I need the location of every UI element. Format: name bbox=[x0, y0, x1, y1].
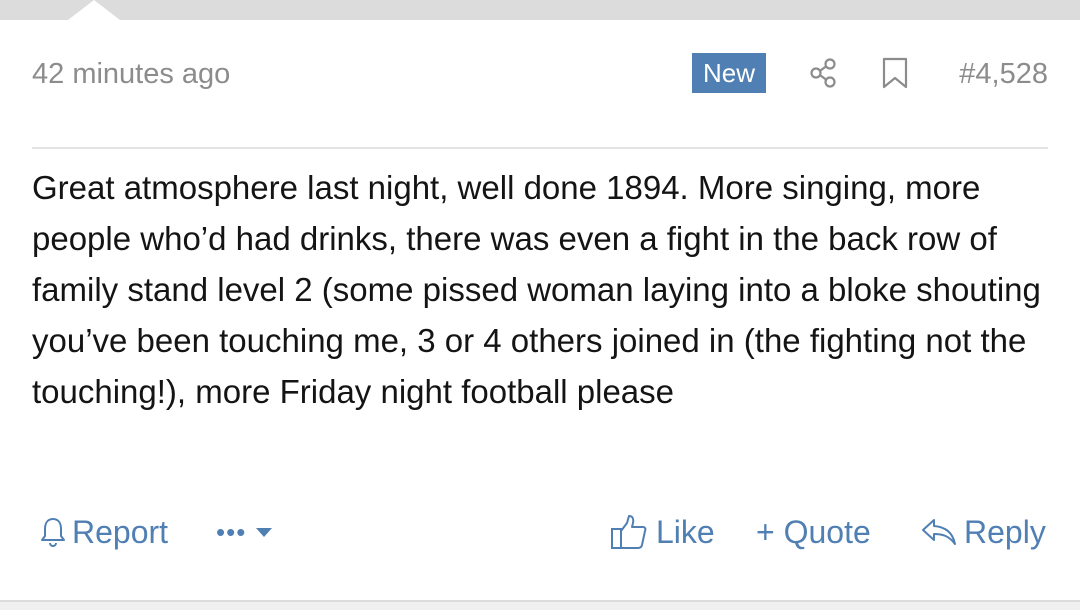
quote-label: + Quote bbox=[756, 513, 871, 550]
reply-label: Reply bbox=[964, 513, 1046, 550]
new-badge: New bbox=[692, 53, 767, 93]
more-label: ••• bbox=[216, 516, 247, 547]
quote-button[interactable]: + Quote bbox=[756, 508, 871, 556]
report-label: Report bbox=[72, 513, 169, 550]
post-timestamp[interactable]: 42 minutes ago bbox=[32, 58, 230, 91]
share-icon[interactable] bbox=[808, 56, 838, 90]
reply-button[interactable]: Reply bbox=[920, 508, 1046, 556]
report-button[interactable]: Report bbox=[38, 508, 168, 556]
bell-icon bbox=[41, 518, 65, 547]
caret-down-icon bbox=[256, 528, 273, 537]
post-actions: Report ••• Like + Quote Reply bbox=[32, 508, 1048, 556]
like-button[interactable]: Like bbox=[610, 508, 715, 556]
post-number-link[interactable]: #4,528 bbox=[959, 58, 1048, 91]
reply-arrow-icon bbox=[922, 519, 956, 545]
pointer-caret bbox=[68, 0, 120, 20]
more-options-button[interactable]: ••• bbox=[216, 508, 276, 556]
post-bottom-border bbox=[0, 600, 1080, 610]
meta-divider bbox=[32, 147, 1048, 149]
post-meta: 42 minutes ago New #4,528 bbox=[32, 53, 1048, 96]
thumbs-up-icon bbox=[611, 515, 647, 549]
bookmark-icon[interactable] bbox=[882, 56, 908, 90]
top-band bbox=[0, 0, 1080, 20]
post-message: Great atmosphere last night, well done 1… bbox=[32, 169, 1041, 410]
like-label: Like bbox=[656, 513, 715, 550]
